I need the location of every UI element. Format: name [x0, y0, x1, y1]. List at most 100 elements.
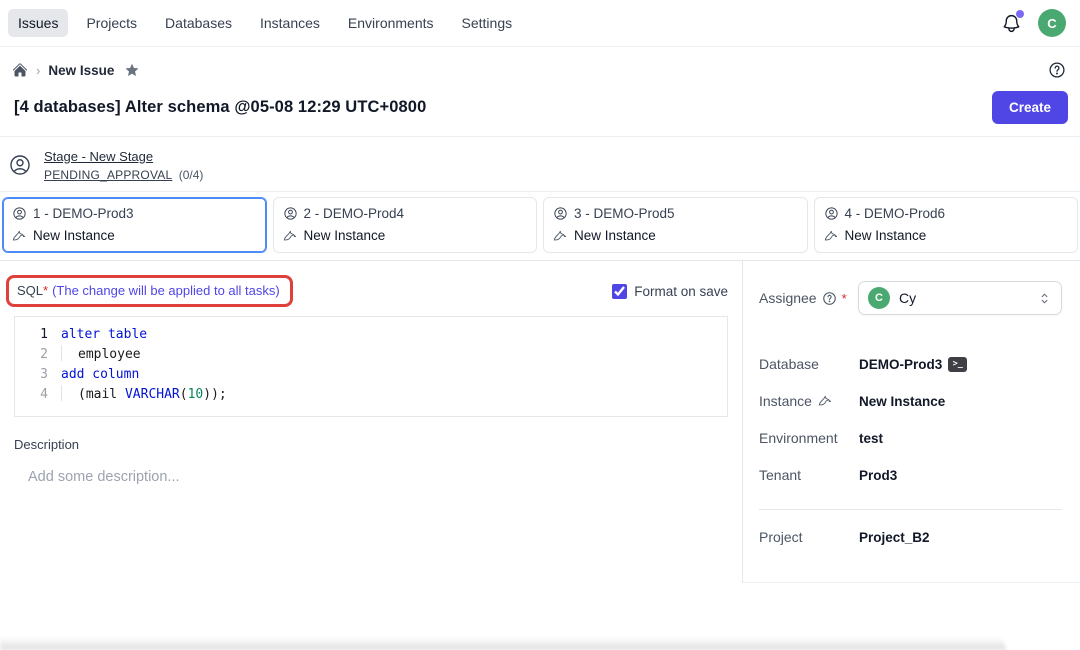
mysql-icon — [283, 229, 297, 243]
format-on-save-label: Format on save — [634, 284, 728, 299]
assignee-select[interactable]: C Cy — [858, 281, 1062, 315]
task-title: 2 - DEMO-Prod4 — [304, 206, 405, 221]
stage-strip: Stage - New Stage PENDING_APPROVAL (0/4) — [0, 136, 1080, 191]
nav-item-settings[interactable]: Settings — [452, 9, 523, 37]
page-title: [4 databases] Alter schema @05-08 12:29 … — [14, 98, 426, 117]
task-title: 1 - DEMO-Prod3 — [33, 206, 134, 221]
task-card-4[interactable]: 4 - DEMO-Prod6 New Instance — [814, 197, 1079, 253]
code-token: employee — [78, 347, 141, 362]
home-icon[interactable] — [12, 62, 28, 78]
database-value: DEMO-Prod3 — [859, 357, 942, 372]
sidebar-divider — [759, 509, 1062, 510]
chevron-up-down-icon — [1037, 291, 1052, 306]
task-instance: New Instance — [33, 228, 115, 243]
notification-dot — [1016, 10, 1024, 18]
task-instance: New Instance — [574, 228, 656, 243]
task-title: 4 - DEMO-Prod6 — [845, 206, 946, 221]
content: SQL * (The change will be applied to all… — [0, 261, 1080, 583]
assignee-row: Assignee * C Cy — [759, 281, 1062, 315]
sql-required-mark: * — [43, 283, 48, 298]
sql-editor-link-icon[interactable]: >_ — [948, 357, 967, 372]
sql-editor[interactable]: 1 alter table 2 employee 3 add column 4 … — [14, 316, 728, 417]
tenant-value: Prod3 — [859, 468, 897, 483]
description-input[interactable]: Add some description... — [14, 469, 728, 485]
stage-status-row: PENDING_APPROVAL (0/4) — [44, 168, 203, 182]
nav-item-issues[interactable]: Issues — [8, 9, 68, 37]
field-project: Project Project_B2 — [759, 527, 1062, 547]
project-value[interactable]: Project_B2 — [859, 530, 930, 545]
format-on-save-control[interactable]: Format on save — [612, 284, 728, 299]
top-navbar: Issues Projects Databases Instances Envi… — [0, 0, 1080, 47]
breadcrumb-current: New Issue — [48, 63, 114, 78]
task-card-1[interactable]: 1 - DEMO-Prod3 New Instance — [2, 197, 267, 253]
stage-progress: (0/4) — [179, 168, 204, 182]
task-tabs: 1 - DEMO-Prod3 New Instance 2 - DEMO-Pro… — [0, 191, 1080, 261]
user-circle-icon — [824, 206, 839, 221]
bottom-edge-shadow — [0, 637, 1006, 650]
assignee-label: Assignee — [759, 290, 817, 306]
code-line-2[interactable]: 2 employee — [15, 345, 727, 365]
sql-row: SQL * (The change will be applied to all… — [14, 275, 728, 307]
code-token: VARCHAR — [125, 387, 180, 402]
chevron-right-icon: › — [36, 63, 40, 78]
assignee-required-mark: * — [842, 291, 847, 306]
code-line-4[interactable]: 4 (mail VARCHAR(10)); — [15, 385, 727, 405]
environment-value: test — [859, 431, 883, 446]
code-token: (mail — [78, 387, 125, 402]
indent-guide — [61, 385, 78, 401]
nav-item-databases[interactable]: Databases — [155, 9, 242, 37]
field-instance: Instance New Instance — [759, 391, 1062, 411]
user-circle-icon — [12, 206, 27, 221]
line-number: 3 — [15, 365, 61, 385]
sidebar-fields: Database DEMO-Prod3 >_ Instance New Inst… — [759, 354, 1062, 485]
nav-item-instances[interactable]: Instances — [250, 9, 330, 37]
tenant-label: Tenant — [759, 467, 859, 483]
field-environment: Environment test — [759, 428, 1062, 448]
user-circle-icon — [8, 153, 32, 177]
nav-item-environments[interactable]: Environments — [338, 9, 444, 37]
create-button[interactable]: Create — [992, 91, 1068, 124]
task-card-2[interactable]: 2 - DEMO-Prod4 New Instance — [273, 197, 538, 253]
code-token: add column — [61, 367, 139, 382]
format-on-save-checkbox[interactable] — [612, 284, 627, 299]
instance-value: New Instance — [859, 394, 945, 409]
project-label: Project — [759, 529, 859, 545]
mysql-icon — [12, 229, 26, 243]
instance-label: Instance — [759, 393, 812, 409]
mysql-icon — [818, 394, 832, 408]
environment-label: Environment — [759, 430, 859, 446]
assignee-value: Cy — [899, 290, 916, 306]
code-token: ( — [180, 387, 188, 402]
code-token: alter table — [61, 327, 147, 342]
help-icon[interactable] — [1048, 61, 1066, 79]
task-instance: New Instance — [304, 228, 386, 243]
star-icon[interactable] — [124, 62, 140, 78]
indent-guide — [61, 345, 78, 361]
notification-bell-icon[interactable] — [1001, 13, 1022, 34]
field-tenant: Tenant Prod3 — [759, 465, 1062, 485]
description-label: Description — [14, 437, 728, 452]
stage-status-link[interactable]: PENDING_APPROVAL — [44, 168, 172, 182]
line-number: 2 — [15, 345, 61, 365]
title-row: [4 databases] Alter schema @05-08 12:29 … — [0, 85, 1080, 136]
code-token: 10 — [188, 387, 204, 402]
sql-label: SQL — [17, 283, 43, 298]
sql-note: (The change will be applied to all tasks… — [52, 283, 280, 298]
user-avatar[interactable]: C — [1038, 9, 1066, 37]
help-circle-icon[interactable] — [822, 291, 837, 306]
line-number: 1 — [15, 325, 61, 345]
nav-item-projects[interactable]: Projects — [76, 9, 147, 37]
main-column: SQL * (The change will be applied to all… — [0, 261, 742, 583]
code-line-3[interactable]: 3 add column — [15, 365, 727, 385]
task-title: 3 - DEMO-Prod5 — [574, 206, 675, 221]
breadcrumb: › New Issue — [0, 47, 1080, 85]
task-card-3[interactable]: 3 - DEMO-Prod5 New Instance — [543, 197, 808, 253]
mysql-icon — [553, 229, 567, 243]
code-token: )); — [203, 387, 226, 402]
user-circle-icon — [553, 206, 568, 221]
sql-label-annotation-box: SQL * (The change will be applied to all… — [6, 275, 293, 307]
field-database: Database DEMO-Prod3 >_ — [759, 354, 1062, 374]
assignee-label-group: Assignee * — [759, 290, 847, 306]
code-line-1[interactable]: 1 alter table — [15, 325, 727, 345]
stage-link[interactable]: Stage - New Stage — [44, 149, 153, 164]
